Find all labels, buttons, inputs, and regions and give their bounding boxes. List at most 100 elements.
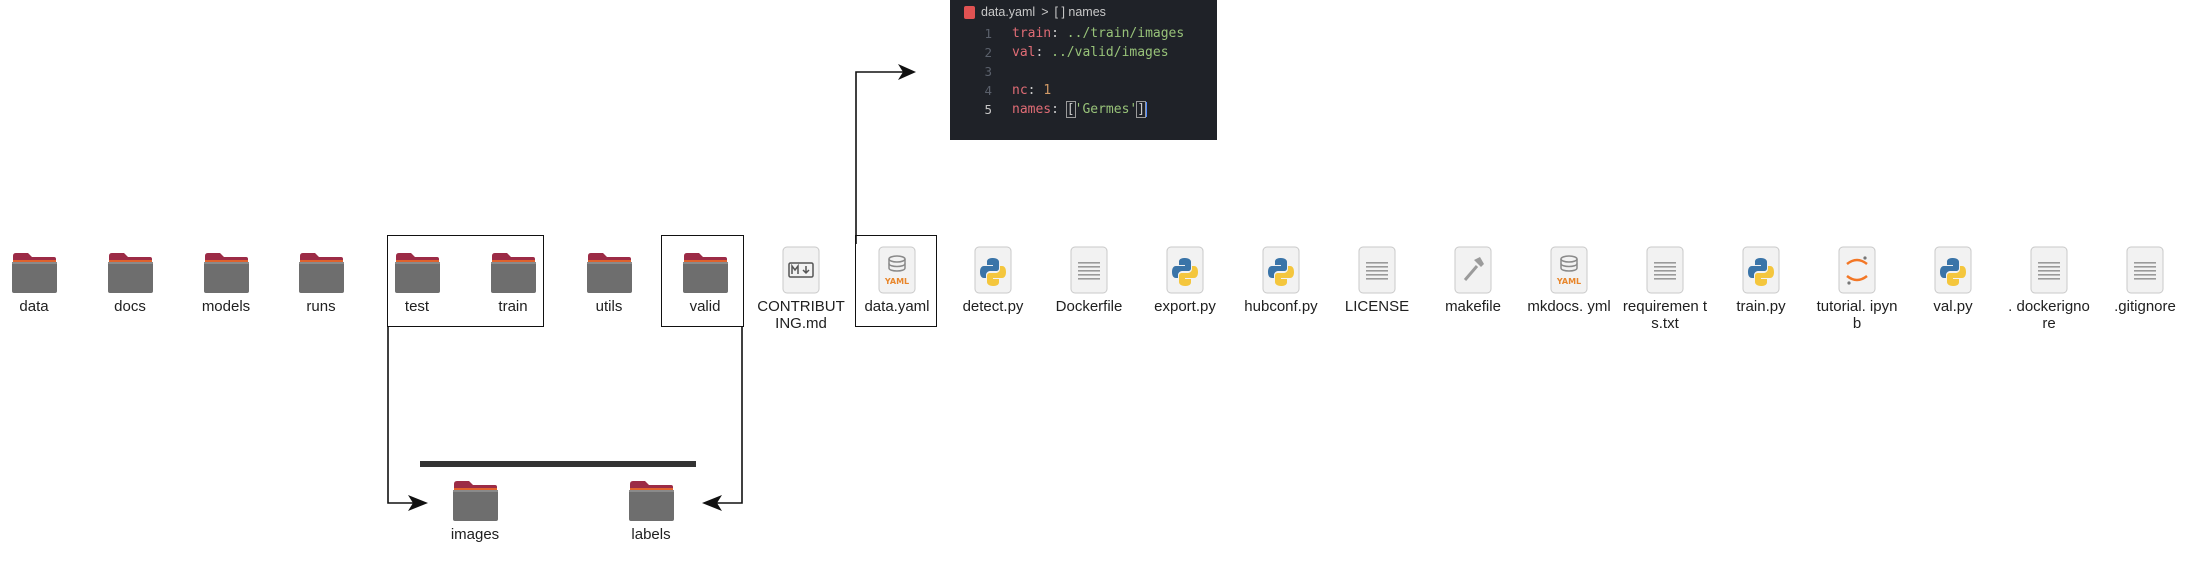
root-item[interactable]: YAML mkdocs. yml [1525, 246, 1613, 315]
root-item[interactable]: train [469, 246, 557, 315]
yaml-separator: : [1051, 102, 1067, 117]
folder-icon [489, 250, 537, 294]
text-file-icon [1069, 246, 1109, 294]
python-file-icon [1165, 246, 1205, 294]
root-label: docs [114, 298, 146, 315]
text-cursor [1145, 102, 1148, 117]
breadcrumb-file[interactable]: data.yaml [981, 0, 1035, 24]
folder-icon [10, 250, 58, 294]
yaml-editor-panel: data.yaml > [ ] names 1 train: ../train/i… [950, 0, 1217, 140]
code-line[interactable]: 5 names: ['Germes'] [950, 100, 1217, 119]
jupyter-file-icon [1837, 246, 1877, 294]
root-item[interactable]: makefile [1429, 246, 1517, 315]
folder-icon [106, 250, 154, 294]
root-label: detect.py [962, 298, 1024, 315]
subfolder-divider-bar [420, 461, 696, 467]
code-line[interactable]: 3 [950, 62, 1217, 81]
yaml-key: val [1012, 45, 1036, 60]
line-code: nc: 1 [1012, 81, 1051, 100]
root-label: train.py [1736, 298, 1786, 315]
labels-connector-line [712, 326, 743, 504]
root-label: test [404, 298, 430, 315]
yaml-key: nc [1012, 83, 1028, 98]
root-item[interactable]: detect.py [949, 246, 1037, 315]
root-label: data.yaml [864, 298, 930, 315]
code-line[interactable]: 4 nc: 1 [950, 81, 1217, 100]
text-file-icon [1645, 246, 1685, 294]
sub-label: labels [631, 526, 671, 543]
root-item[interactable]: test [373, 246, 461, 315]
yaml-connector-line [855, 71, 910, 244]
root-item[interactable]: export.py [1141, 246, 1229, 315]
breadcrumb-symbol[interactable]: [ ] names [1055, 0, 1106, 24]
root-label: LICENSE [1344, 298, 1410, 315]
root-item[interactable]: docs [86, 246, 174, 315]
code-line[interactable]: 2 val: ../valid/images [950, 43, 1217, 62]
root-label: val.py [1933, 298, 1973, 315]
svg-text:YAML: YAML [884, 277, 909, 286]
root-item[interactable]: hubconf.py [1237, 246, 1325, 315]
markdown-file-icon [781, 246, 821, 294]
root-label: makefile [1445, 298, 1501, 315]
python-file-icon [1261, 246, 1301, 294]
root-item[interactable]: .gitignore [2101, 246, 2185, 315]
root-item[interactable]: models [182, 246, 270, 315]
root-item[interactable]: runs [277, 246, 365, 315]
images-connector-line [387, 326, 418, 504]
root-item[interactable]: . dockerigno re [2005, 246, 2093, 332]
line-number: 3 [984, 64, 992, 79]
list-open-bracket: [ [1065, 101, 1076, 118]
root-item[interactable]: YAML data.yaml [853, 246, 941, 315]
root-label: Dockerfile [1055, 298, 1123, 315]
root-item[interactable]: train.py [1717, 246, 1805, 315]
line-number: 5 [984, 102, 992, 117]
root-label: tutorial. ipynb [1816, 298, 1898, 332]
list-close-bracket: ] [1136, 101, 1147, 118]
root-item[interactable]: requiremen ts.txt [1621, 246, 1709, 332]
sub-item[interactable]: images [431, 474, 519, 543]
line-code: val: ../valid/images [1012, 43, 1169, 62]
folder-icon [202, 250, 250, 294]
root-label: . dockerigno re [2008, 298, 2090, 332]
code-lines[interactable]: 1 train: ../train/images 2 val: ../valid/im… [950, 24, 1217, 119]
root-label: CONTRIBUT ING.md [757, 298, 845, 332]
line-number: 4 [984, 83, 992, 98]
line-code: train: ../train/images [1012, 24, 1184, 43]
line-number: 1 [984, 26, 992, 41]
root-label: train [498, 298, 528, 315]
python-file-icon [1933, 246, 1973, 294]
root-item[interactable]: LICENSE [1333, 246, 1421, 315]
root-label: runs [306, 298, 336, 315]
editor-breadcrumb: data.yaml > [ ] names [950, 0, 1217, 24]
root-item[interactable]: CONTRIBUT ING.md [757, 246, 845, 332]
root-label: hubconf.py [1244, 298, 1318, 315]
root-label: .gitignore [2114, 298, 2176, 315]
yaml-separator: : [1051, 26, 1067, 41]
root-item[interactable]: tutorial. ipynb [1813, 246, 1901, 332]
yaml-separator: : [1027, 83, 1044, 98]
code-line[interactable]: 1 train: ../train/images [950, 24, 1217, 43]
sub-label: images [450, 526, 500, 543]
sub-item[interactable]: labels [607, 474, 695, 543]
folder-icon [681, 250, 729, 294]
makefile-icon [1453, 246, 1493, 294]
yaml-file-icon: YAML [877, 246, 917, 294]
root-item[interactable]: Dockerfile [1045, 246, 1133, 315]
root-label: utils [595, 298, 623, 315]
line-number: 2 [984, 45, 992, 60]
root-label: valid [689, 298, 721, 315]
folder-icon [451, 478, 499, 522]
yaml-value: 'Germes' [1074, 102, 1138, 117]
root-item[interactable]: utils [565, 246, 653, 315]
yaml-value: ../train/images [1066, 26, 1185, 41]
yaml-key: names [1012, 102, 1052, 117]
root-item[interactable]: data [0, 246, 78, 315]
root-item[interactable]: val.py [1909, 246, 1997, 315]
yaml-file-icon [964, 5, 975, 19]
folder-icon [627, 478, 675, 522]
svg-text:YAML: YAML [1556, 277, 1581, 286]
text-file-icon [2125, 246, 2165, 294]
line-code: names: ['Germes'] [1012, 100, 1148, 119]
folder-icon [585, 250, 633, 294]
root-item[interactable]: valid [661, 246, 749, 315]
